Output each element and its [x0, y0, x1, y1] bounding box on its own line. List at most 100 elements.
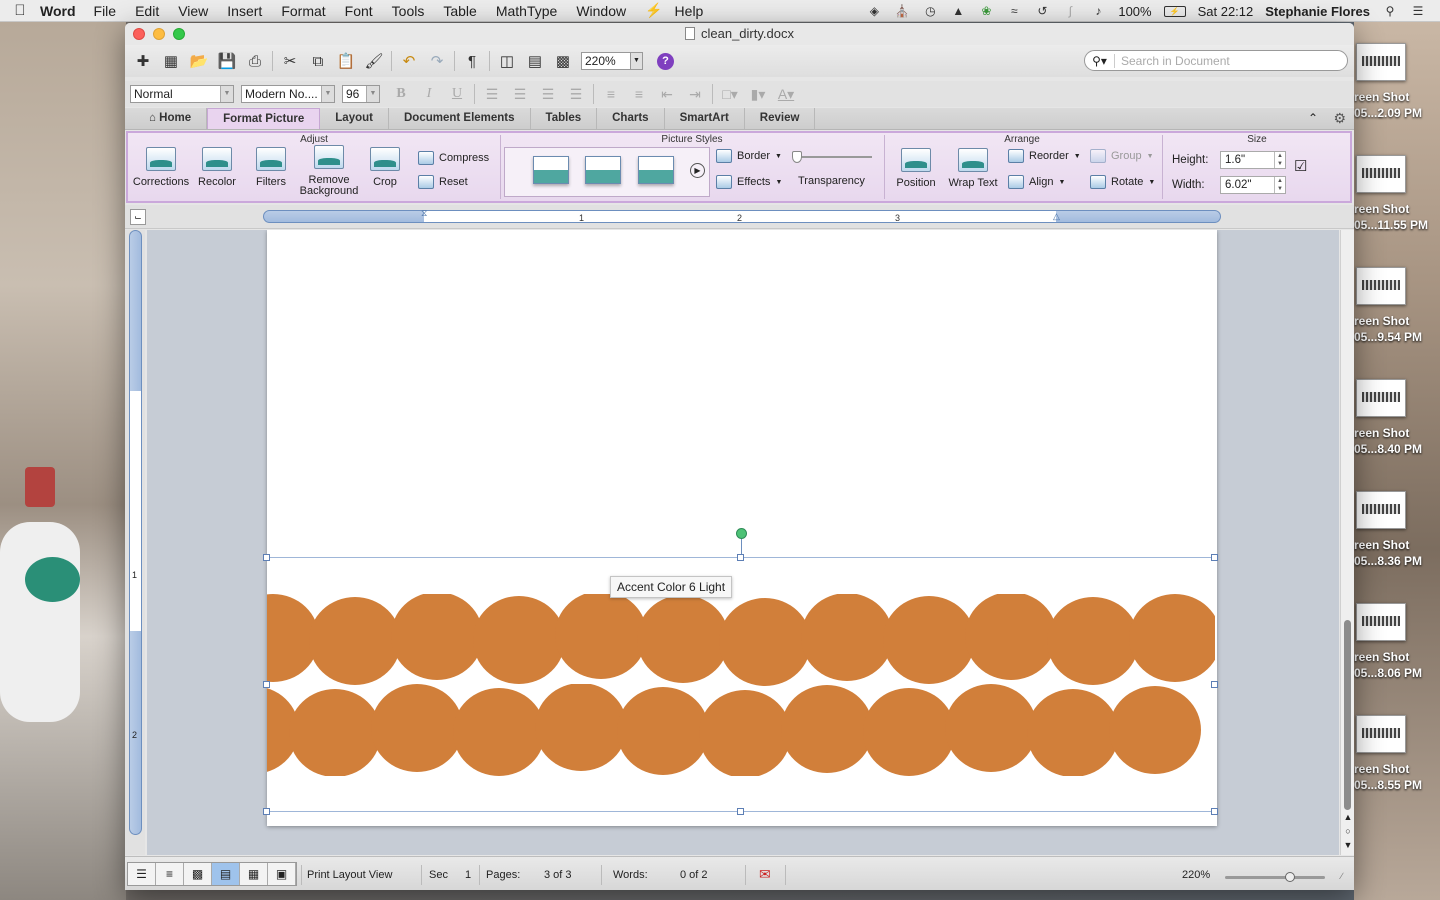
desktop-screenshot-file[interactable]: reen Shot 05...2.09 PM — [1354, 43, 1440, 155]
resize-handle-right[interactable] — [1211, 681, 1218, 688]
zoom-slider[interactable] — [1225, 872, 1325, 882]
tab-layout[interactable]: Layout — [320, 108, 389, 129]
align-left-icon[interactable]: ☰ — [478, 86, 506, 103]
redo-icon[interactable]: ↷ — [423, 49, 451, 73]
reset-button[interactable]: Reset — [418, 175, 468, 189]
help-icon[interactable]: ? — [657, 52, 674, 70]
filters-button[interactable]: Filters — [244, 147, 298, 188]
time-machine-icon[interactable]: ↺ — [1034, 4, 1050, 18]
indent-marker-icon[interactable]: ⧖ — [421, 208, 427, 219]
clock[interactable]: Sat 22:12 — [1198, 4, 1254, 19]
menu-edit[interactable]: Edit — [135, 3, 159, 19]
collapse-ribbon-icon[interactable]: ⌃ — [1308, 111, 1318, 125]
gear-icon[interactable]: ⚙ — [1333, 110, 1346, 127]
height-spinbox[interactable]: 1.6" ▲ ▼ — [1220, 151, 1286, 169]
selected-picture[interactable] — [263, 554, 1218, 815]
open-icon[interactable]: 📂 — [185, 49, 213, 73]
chevron-down-icon[interactable]: ▼ — [631, 52, 643, 70]
resize-handle-top-right[interactable] — [1211, 554, 1218, 561]
bluetooth-icon[interactable]: ∫ — [1062, 4, 1078, 18]
draft-view-icon[interactable]: ☰ — [128, 863, 156, 885]
borders-icon[interactable]: □▾ — [716, 86, 744, 103]
stepper-icon[interactable]: ▲ ▼ — [1274, 177, 1285, 193]
vertical-ruler[interactable]: 1 2 — [125, 230, 145, 855]
bulleted-list-icon[interactable]: ≡ — [625, 86, 653, 102]
increase-indent-icon[interactable]: ⇥ — [681, 86, 709, 103]
menu-table[interactable]: Table — [443, 3, 476, 19]
numbered-list-icon[interactable]: ≡ — [597, 86, 625, 102]
width-spinbox[interactable]: 6.02" ▲ ▼ — [1220, 176, 1286, 194]
search-field[interactable]: ⚲▾ Search in Document — [1084, 50, 1348, 71]
resize-handle-bottom-right[interactable] — [1211, 808, 1218, 815]
menu-font[interactable]: Font — [345, 3, 373, 19]
wifi-icon[interactable]: ≈ — [1006, 4, 1022, 18]
show-formatting-icon[interactable]: ¶ — [458, 49, 486, 73]
spelling-status-icon[interactable]: ✉ — [759, 866, 771, 883]
copy-icon[interactable]: ⧉ — [304, 49, 332, 73]
resize-handle-top-left[interactable] — [263, 554, 270, 561]
desktop-screenshot-file[interactable]: reen Shot 05...9.54 PM — [1354, 267, 1440, 379]
vertical-scrollbar[interactable]: ▲ ○ ▼ — [1340, 230, 1354, 855]
recolor-button[interactable]: Recolor — [190, 147, 244, 188]
paste-icon[interactable]: 📋 — [332, 49, 360, 73]
next-page-icon[interactable]: ▼ — [1342, 838, 1354, 852]
font-combobox[interactable]: Modern No.... ▼ — [241, 85, 335, 103]
leaf-icon[interactable]: ❀ — [978, 4, 994, 18]
search-icon[interactable]: ⚲▾ — [1085, 53, 1115, 68]
tab-smartart[interactable]: SmartArt — [665, 108, 745, 129]
position-button[interactable]: Position — [890, 148, 942, 189]
slider-knob[interactable] — [792, 151, 802, 163]
align-button[interactable]: Align ▼ — [1008, 175, 1065, 189]
focus-view-icon[interactable]: ▣ — [268, 863, 296, 885]
border-button[interactable]: Border ▼ — [716, 149, 782, 163]
browse-object-icon[interactable]: ○ — [1342, 824, 1354, 838]
script-icon[interactable]: ⚡ — [645, 2, 662, 19]
previous-page-icon[interactable]: ▲ — [1342, 810, 1354, 824]
spotlight-icon[interactable]: ⚲ — [1382, 4, 1398, 18]
search-input[interactable]: Search in Document — [1115, 54, 1230, 68]
picture-style-option[interactable] — [533, 156, 569, 184]
chevron-down-icon[interactable]: ▼ — [220, 86, 233, 102]
horizontal-ruler[interactable]: ⌙ 1 2 3 ⧖ △ — [125, 205, 1354, 229]
menu-view[interactable]: View — [178, 3, 208, 19]
underline-icon[interactable]: U — [443, 86, 471, 102]
resize-grip-icon[interactable]: ∕ — [1341, 871, 1343, 881]
scrollbar-thumb[interactable] — [1344, 620, 1351, 810]
menu-file[interactable]: File — [94, 3, 117, 19]
decrease-indent-icon[interactable]: ⇤ — [653, 86, 681, 103]
notification-center-icon[interactable]: ☰ — [1410, 4, 1426, 18]
desktop-screenshot-file[interactable]: reen Shot 05...8.55 PM — [1354, 715, 1440, 827]
desktop-screenshot-file[interactable]: reen Shot 05...8.36 PM — [1354, 491, 1440, 603]
compress-button[interactable]: Compress — [418, 151, 489, 165]
align-center-icon[interactable]: ☰ — [506, 86, 534, 103]
dropbox-icon[interactable]: ◈ — [866, 4, 882, 18]
title-bar[interactable]: clean_dirty.docx — [125, 23, 1354, 45]
tab-document-elements[interactable]: Document Elements — [389, 108, 531, 129]
clock-icon[interactable]: ◷ — [922, 4, 938, 18]
cut-icon[interactable]: ✂ — [276, 49, 304, 73]
gallery-next-icon[interactable]: ▶ — [690, 163, 705, 178]
outline-view-icon[interactable]: ≡ — [156, 863, 184, 885]
resize-handle-bottom-left[interactable] — [263, 808, 270, 815]
publishing-view-icon[interactable]: ▩ — [184, 863, 212, 885]
remove-background-button[interactable]: Remove Background — [296, 145, 362, 197]
desktop-screenshot-file[interactable]: reen Shot 05...8.06 PM — [1354, 603, 1440, 715]
zoom-window-button[interactable] — [173, 28, 185, 40]
tab-selector-icon[interactable]: ⌙ — [130, 209, 146, 225]
resize-handle-left[interactable] — [263, 681, 270, 688]
notebook-view-icon[interactable]: ▦ — [240, 863, 268, 885]
menu-insert[interactable]: Insert — [227, 3, 262, 19]
chevron-down-icon[interactable]: ▼ — [321, 86, 334, 102]
effects-button[interactable]: Effects ▼ — [716, 175, 782, 189]
close-window-button[interactable] — [133, 28, 145, 40]
menu-format[interactable]: Format — [281, 3, 325, 19]
volume-icon[interactable]: ♪ — [1090, 4, 1106, 18]
media-browser-icon[interactable]: ▩ — [549, 49, 577, 73]
highlight-icon[interactable]: ▮▾ — [744, 86, 772, 103]
print-layout-view-icon[interactable]: ▤ — [212, 863, 240, 885]
lock-aspect-ratio-icon[interactable]: ☑ — [1294, 157, 1307, 175]
drive-icon[interactable]: ▲ — [950, 4, 966, 18]
menu-help[interactable]: Help — [675, 3, 704, 19]
font-size-combobox[interactable]: 96 ▼ — [342, 85, 380, 103]
undo-icon[interactable]: ↶ — [395, 49, 423, 73]
